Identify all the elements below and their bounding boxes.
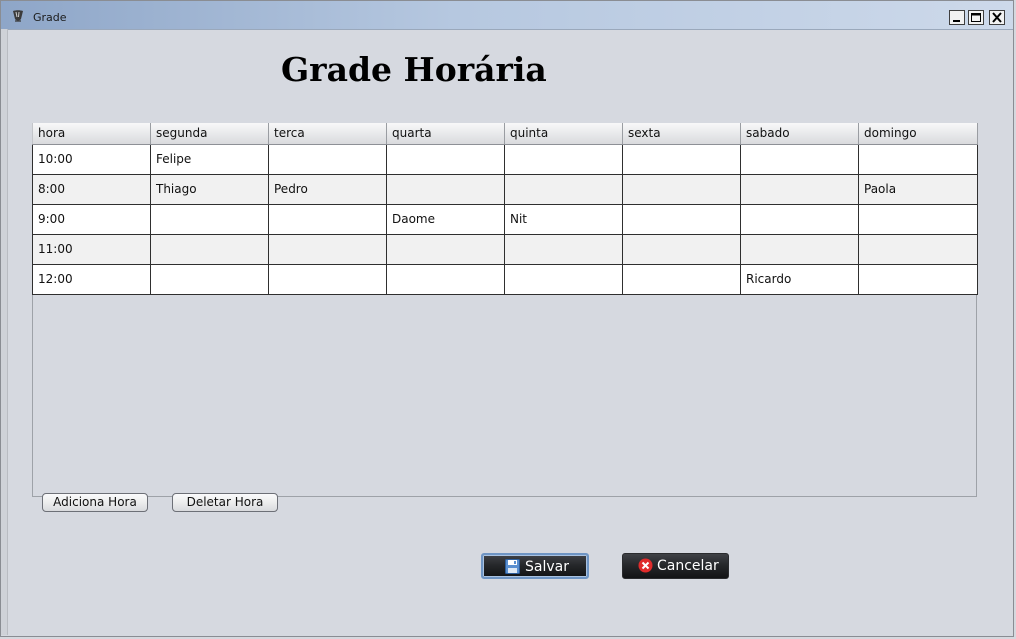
save-button[interactable]: Salvar: [481, 553, 589, 579]
table-cell-sexta[interactable]: [622, 203, 741, 235]
table-cell-hora[interactable]: 11:00: [32, 233, 151, 265]
title-bar[interactable]: Grade: [1, 1, 1013, 30]
table-cell-quarta[interactable]: [386, 173, 505, 205]
table-cell-sabado[interactable]: Ricardo: [740, 263, 859, 295]
table-cell-sabado[interactable]: [740, 233, 859, 265]
column-header-quarta[interactable]: quarta: [386, 123, 505, 145]
table-cell-terca[interactable]: [268, 203, 387, 235]
minimize-button[interactable]: [949, 10, 965, 25]
schedule-table[interactable]: hora segunda terca quarta quinta sexta sabado d…: [32, 123, 978, 295]
maximize-button[interactable]: [968, 10, 984, 25]
floppy-disk-icon: [505, 559, 520, 574]
delete-hour-button[interactable]: Deletar Hora: [172, 493, 278, 512]
table-row[interactable]: 10:00 Felipe: [32, 143, 978, 175]
table-cell-terca[interactable]: [268, 143, 387, 175]
column-header-hora[interactable]: hora: [32, 123, 151, 145]
page-title: Grade Horária: [281, 50, 547, 89]
table-cell-quarta[interactable]: [386, 233, 505, 265]
table-row[interactable]: 11:00: [32, 233, 978, 265]
window-title: Grade: [33, 11, 67, 24]
table-cell-domingo[interactable]: [858, 233, 978, 265]
table-cell-sabado[interactable]: [740, 203, 859, 235]
column-header-sabado[interactable]: sabado: [740, 123, 859, 145]
table-cell-quarta[interactable]: [386, 263, 505, 295]
column-header-terca[interactable]: terca: [268, 123, 387, 145]
table-cell-segunda[interactable]: [150, 233, 269, 265]
table-cell-sexta[interactable]: [622, 263, 741, 295]
close-icon: [992, 12, 1002, 23]
window-left-edge: [1, 29, 8, 635]
table-cell-segunda[interactable]: Felipe: [150, 143, 269, 175]
table-cell-terca[interactable]: [268, 263, 387, 295]
table-row[interactable]: 9:00 Daome Nit: [32, 203, 978, 235]
cancel-button[interactable]: Cancelar: [622, 553, 729, 579]
table-cell-domingo[interactable]: [858, 143, 978, 175]
table-cell-quinta[interactable]: Nit: [504, 203, 623, 235]
table-cell-hora[interactable]: 9:00: [32, 203, 151, 235]
column-header-sexta[interactable]: sexta: [622, 123, 741, 145]
table-row[interactable]: 12:00 Ricardo: [32, 263, 978, 295]
table-cell-terca[interactable]: Pedro: [268, 173, 387, 205]
table-cell-quinta[interactable]: [504, 173, 623, 205]
table-cell-hora[interactable]: 12:00: [32, 263, 151, 295]
red-x-circle-icon: [638, 558, 653, 573]
add-hour-label: Adiciona Hora: [53, 495, 137, 509]
cancel-label: Cancelar: [657, 558, 719, 574]
table-cell-sabado[interactable]: [740, 143, 859, 175]
content-pane: Grade Horária hora segunda terca quarta quin…: [9, 30, 1009, 633]
table-header-row: hora segunda terca quarta quinta sexta sabado d…: [32, 123, 978, 145]
column-header-quinta[interactable]: quinta: [504, 123, 623, 145]
minimize-icon: [953, 20, 960, 22]
table-cell-hora[interactable]: 8:00: [32, 173, 151, 205]
schedule-table-scrollpane[interactable]: hora segunda terca quarta quinta sexta sabado d…: [32, 123, 978, 497]
grade-window: Grade Grade Horária hora segunda terca q…: [0, 0, 1014, 637]
delete-hour-label: Deletar Hora: [186, 495, 264, 509]
table-cell-quinta[interactable]: [504, 263, 623, 295]
table-cell-quinta[interactable]: [504, 233, 623, 265]
save-label: Salvar: [525, 559, 569, 575]
add-hour-button[interactable]: Adiciona Hora: [42, 493, 148, 512]
table-cell-sexta[interactable]: [622, 233, 741, 265]
column-header-segunda[interactable]: segunda: [150, 123, 269, 145]
table-cell-segunda[interactable]: Thiago: [150, 173, 269, 205]
column-header-domingo[interactable]: domingo: [858, 123, 978, 145]
table-cell-domingo[interactable]: [858, 203, 978, 235]
close-button[interactable]: [989, 10, 1005, 25]
java-cup-icon: [13, 10, 23, 22]
table-cell-hora[interactable]: 10:00: [32, 143, 151, 175]
table-cell-sexta[interactable]: [622, 143, 741, 175]
maximize-icon: [971, 13, 981, 22]
table-cell-domingo[interactable]: Paola: [858, 173, 978, 205]
table-cell-quinta[interactable]: [504, 143, 623, 175]
table-cell-segunda[interactable]: [150, 263, 269, 295]
table-cell-sabado[interactable]: [740, 173, 859, 205]
table-cell-sexta[interactable]: [622, 173, 741, 205]
table-cell-terca[interactable]: [268, 233, 387, 265]
table-cell-quarta[interactable]: [386, 143, 505, 175]
table-row[interactable]: 8:00 Thiago Pedro Paola: [32, 173, 978, 205]
table-cell-segunda[interactable]: [150, 203, 269, 235]
table-cell-quarta[interactable]: Daome: [386, 203, 505, 235]
table-cell-domingo[interactable]: [858, 263, 978, 295]
